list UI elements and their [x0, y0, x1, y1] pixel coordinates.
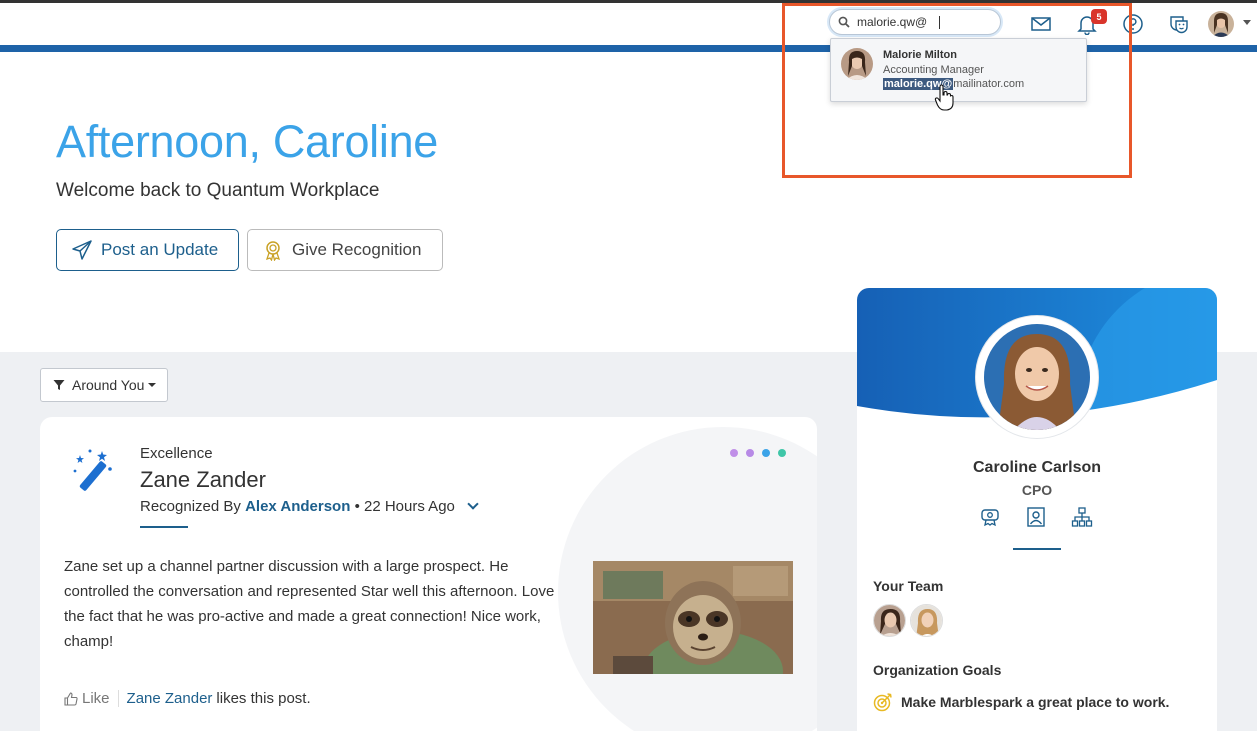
feed-filter-dropdown[interactable]: Around You	[40, 368, 168, 402]
post-body-text: Zane set up a channel partner discussion…	[64, 558, 555, 650]
post-footer: Like Zane Zander likes this post.	[64, 690, 311, 707]
profile-avatar[interactable]	[976, 316, 1098, 438]
profile-tab-icon[interactable]	[1025, 506, 1047, 528]
paper-plane-icon	[72, 240, 92, 260]
your-team-label: Your Team	[873, 578, 944, 594]
org-chart-tab-icon[interactable]	[1071, 506, 1093, 528]
likes-suffix: likes this post.	[216, 690, 311, 707]
award-ribbon-icon	[265, 241, 281, 261]
recognition-author-link[interactable]: Alex Anderson	[245, 498, 350, 515]
liker-link[interactable]: Zane Zander	[127, 690, 213, 707]
filter-icon	[53, 380, 65, 390]
organization-goal-item[interactable]: Make Marblespark a great place to work.	[873, 692, 1169, 712]
recognition-category: Excellence	[140, 445, 213, 462]
recognition-recipient[interactable]: Zane Zander	[140, 467, 266, 493]
option-dot	[762, 449, 770, 457]
thumbs-up-icon	[64, 691, 78, 706]
welcome-message: Welcome back to Quantum Workplace	[56, 180, 380, 201]
page-greeting: Afternoon, Caroline	[56, 116, 439, 167]
like-label: Like	[82, 690, 110, 707]
give-recognition-label: Give Recognition	[292, 240, 422, 259]
team-avatars	[873, 604, 943, 637]
team-member-avatar[interactable]	[873, 604, 906, 637]
profile-title: CPO	[1021, 482, 1053, 498]
title-underline	[140, 526, 188, 528]
recognition-byline: Recognized By Alex Anderson • 22 Hours A…	[140, 498, 479, 515]
organization-goal-text: Make Marblespark a great place to work.	[901, 694, 1170, 710]
magic-wand-icon	[73, 449, 112, 491]
recognition-tab-icon[interactable]	[979, 506, 1001, 528]
post-update-button[interactable]: Post an Update	[56, 229, 239, 271]
annotation-highlight-box	[782, 3, 1132, 178]
option-dot	[730, 449, 738, 457]
like-button[interactable]: Like	[64, 690, 119, 707]
team-member-avatar[interactable]	[910, 604, 943, 637]
post-update-label: Post an Update	[101, 240, 219, 259]
theater-masks-icon	[1170, 16, 1188, 34]
option-dot	[778, 449, 786, 457]
option-dot	[746, 449, 754, 457]
post-gif-image	[593, 561, 793, 674]
organization-goals-label: Organization Goals	[873, 662, 1002, 678]
recognized-by-prefix: Recognized By	[140, 498, 241, 515]
chevron-down-icon	[148, 383, 157, 387]
chevron-down-icon[interactable]	[1243, 20, 1251, 25]
profile-tab-icons	[979, 506, 1093, 528]
profile-card: Caroline Carlson CPO Your Team Organizat…	[857, 288, 1217, 731]
give-recognition-button[interactable]: Give Recognition	[247, 229, 443, 271]
active-tab-underline	[1013, 548, 1061, 550]
feed-filter-label: Around You	[72, 377, 145, 393]
user-avatar-button[interactable]	[1208, 11, 1234, 37]
user-avatar	[1208, 11, 1234, 37]
culture-button[interactable]	[1167, 12, 1191, 36]
chevron-down-icon[interactable]	[467, 498, 479, 510]
target-icon	[873, 693, 892, 712]
post-options-dots[interactable]	[730, 449, 786, 457]
profile-name: Caroline Carlson	[972, 459, 1102, 476]
recognition-time: • 22 Hours Ago	[354, 498, 455, 515]
recognition-post-card: Excellence Zane Zander Recognized By Ale…	[40, 417, 817, 731]
